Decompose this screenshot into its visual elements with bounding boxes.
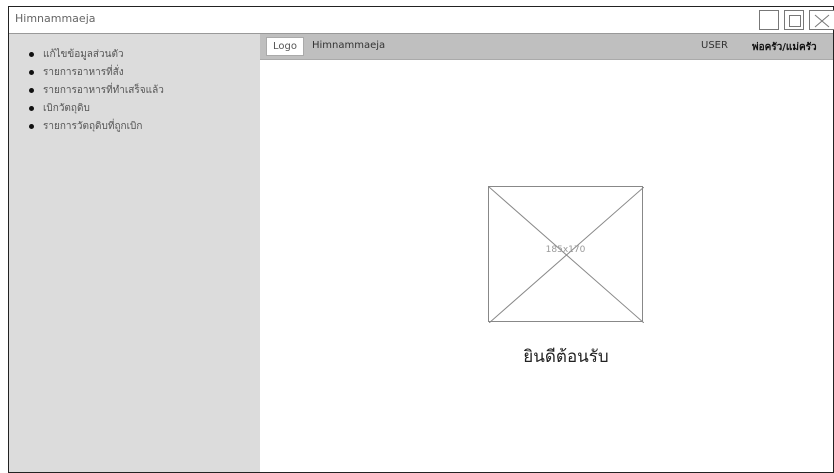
bullet-icon xyxy=(29,124,34,129)
sidebar-item-label: แก้ไขข้อมูลส่วนตัว xyxy=(43,49,124,60)
sidebar-item-label: เบิกวัตถุดิบ xyxy=(43,103,90,114)
sidebar-item-completed-food[interactable]: รายการอาหารที่ทำเสร็จแล้ว xyxy=(29,82,260,100)
sidebar: แก้ไขข้อมูลส่วนตัว รายการอาหารที่สั่ง รา… xyxy=(9,34,260,472)
maximize-icon xyxy=(789,15,801,27)
user-role: พ่อครัว/แม่ครัว xyxy=(752,42,817,53)
close-button[interactable] xyxy=(809,10,834,30)
sidebar-item-withdrawn-ingredients[interactable]: รายการวัตถุดิบที่ถูกเบิก xyxy=(29,118,260,136)
app-window: Himnammaeja แก้ไขข้อมูลส่วนตัว รายการอาห… xyxy=(8,6,834,473)
image-placeholder: 185x170 xyxy=(488,186,644,323)
maximize-button[interactable] xyxy=(784,10,804,30)
bullet-icon xyxy=(29,70,34,75)
image-placeholder-icon xyxy=(489,187,644,323)
window-title: Himnammaeja xyxy=(15,12,96,25)
sidebar-item-edit-profile[interactable]: แก้ไขข้อมูลส่วนตัว xyxy=(29,46,260,64)
bullet-icon xyxy=(29,88,34,93)
title-bar: Himnammaeja xyxy=(9,7,834,34)
welcome-text: ยินดีต้อนรับ xyxy=(523,347,609,367)
bullet-icon xyxy=(29,52,34,57)
sidebar-item-label: รายการอาหารที่สั่ง xyxy=(43,67,124,78)
sidebar-item-withdraw-ingredients[interactable]: เบิกวัตถุดิบ xyxy=(29,100,260,118)
logo: Logo xyxy=(266,37,304,56)
sidebar-item-ordered-food[interactable]: รายการอาหารที่สั่ง xyxy=(29,64,260,82)
sidebar-item-label: รายการวัตถุดิบที่ถูกเบิก xyxy=(43,121,143,132)
sidebar-item-label: รายการอาหารที่ทำเสร็จแล้ว xyxy=(43,85,164,96)
header-bar: Logo Himnammaeja USER พ่อครัว/แม่ครัว xyxy=(260,34,833,60)
minimize-button[interactable] xyxy=(759,10,779,30)
bullet-icon xyxy=(29,106,34,111)
sidebar-menu: แก้ไขข้อมูลส่วนตัว รายการอาหารที่สั่ง รา… xyxy=(9,34,260,136)
image-placeholder-size: 185x170 xyxy=(545,245,586,255)
close-icon xyxy=(814,14,830,28)
app-name: Himnammaeja xyxy=(312,40,386,51)
user-label: USER xyxy=(701,40,728,51)
